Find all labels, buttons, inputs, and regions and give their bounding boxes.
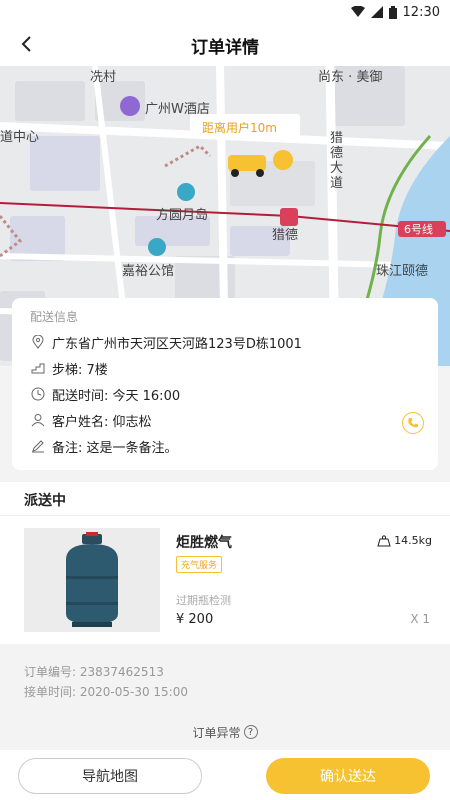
status-bar: 12:30 — [0, 0, 450, 24]
product-sub: 过期瓶检测 — [176, 594, 231, 607]
stairs-row: 步梯: 7楼 — [30, 355, 420, 381]
map-label-liede-ave: 猎德大道 — [330, 131, 344, 191]
phone-icon — [408, 418, 418, 428]
order-number: 订单编号: 23837462513 — [24, 665, 164, 679]
metro-line-badge: 6号线 — [404, 223, 433, 236]
product-weight-value: 14.5kg — [394, 534, 432, 547]
delivery-info-card: 配送信息 广东省广州市天河区天河路123号D栋1001 步梯: 7楼 配送时间:… — [12, 298, 438, 470]
product-tag: 充气服务 — [176, 556, 223, 573]
address-row: 广东省广州市天河区天河路123号D栋1001 — [30, 329, 420, 355]
map-label-jiayu: 嘉裕公馆 — [122, 264, 175, 279]
time-row: 配送时间: 今天 16:00 — [30, 381, 420, 407]
map-label-liede: 猎德 — [272, 228, 299, 243]
order-exception-link[interactable]: 订单异常 ? — [0, 714, 450, 750]
map-label-center: 道中心 — [0, 130, 40, 145]
product-quantity: X 1 — [410, 612, 430, 626]
help-icon: ? — [243, 725, 258, 739]
product-price: ¥ 200 — [176, 612, 214, 627]
page-title: 订单详情 — [191, 37, 259, 58]
map-label-hotel: 广州W酒店 — [145, 102, 210, 117]
wifi-icon — [350, 6, 365, 18]
order-exception-label: 订单异常 — [192, 725, 241, 740]
navigate-map-button[interactable]: 导航地图 — [18, 758, 202, 794]
user-icon — [30, 412, 46, 428]
stairs-text: 步梯: 7楼 — [52, 362, 108, 378]
location-icon — [30, 334, 46, 350]
map-label-fangyuan: 方圆月岛 — [156, 208, 209, 223]
stairs-icon — [30, 360, 46, 376]
weight-icon — [377, 534, 391, 546]
note-text: 备注: 这是一条备注。 — [52, 440, 178, 456]
back-button[interactable] — [14, 32, 38, 56]
order-time: 接单时间: 2020-05-30 15:00 — [24, 685, 188, 699]
map-label-shangdong: 尚东 · 美御 — [318, 70, 383, 85]
product-item: 炬胜燃气 充气服务 14.5kg 过期瓶检测 ¥ 200 X 1 — [0, 516, 450, 644]
product-weight: 14.5kg — [377, 534, 432, 547]
signal-icon — [370, 6, 383, 18]
time-text: 配送时间: 今天 16:00 — [52, 388, 181, 404]
clock-icon — [30, 386, 46, 402]
order-info: 订单编号: 23837462513 接单时间: 2020-05-30 15:00 — [0, 652, 450, 708]
customer-text: 客户姓名: 仰志松 — [52, 414, 152, 430]
battery-icon — [388, 5, 397, 19]
product-image — [24, 528, 160, 632]
map-label-xiancun: 冼村 — [90, 70, 117, 85]
address-text: 广东省广州市天河区天河路123号D栋1001 — [52, 336, 302, 352]
bottom-action-bar: 导航地图 确认送达 — [0, 750, 450, 800]
edit-icon — [30, 438, 46, 454]
confirm-delivery-button[interactable]: 确认送达 — [266, 758, 430, 794]
customer-row: 客户姓名: 仰志松 — [30, 407, 420, 433]
order-status: 派送中 — [0, 482, 450, 516]
call-customer-button[interactable] — [402, 412, 424, 434]
map-label-zhujiang: 珠江颐德 — [376, 264, 429, 279]
nav-bar: 订单详情 — [0, 24, 450, 66]
note-row: 备注: 这是一条备注。 — [30, 433, 420, 459]
distance-label: 距离用户10m — [202, 121, 277, 135]
delivery-section-title: 配送信息 — [30, 310, 79, 324]
product-name: 炬胜燃气 — [176, 535, 232, 551]
chevron-left-icon — [21, 36, 31, 52]
clock-time: 12:30 — [402, 4, 440, 20]
